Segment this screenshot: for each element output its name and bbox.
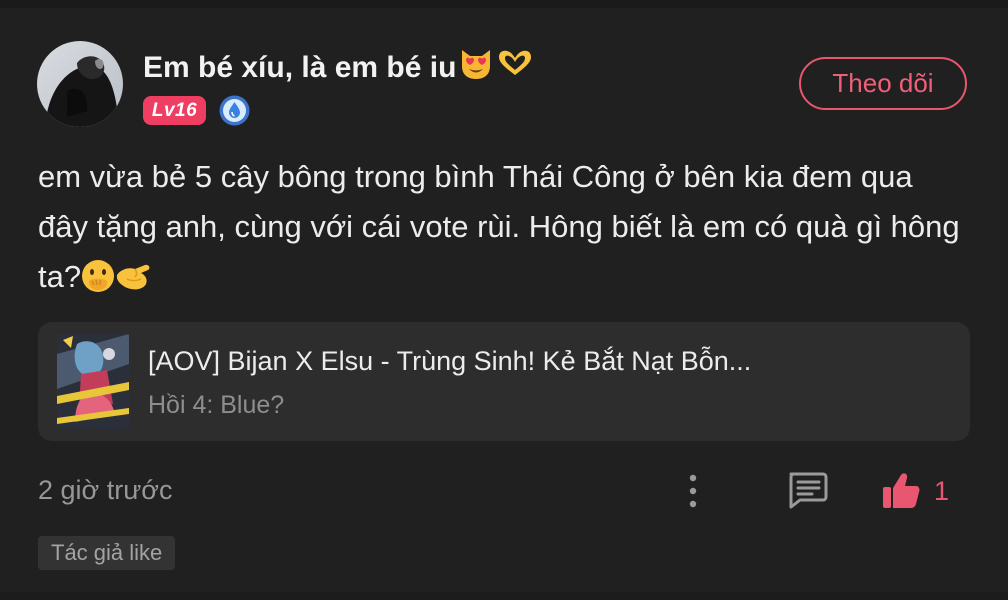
top-divider (0, 0, 1008, 8)
heart-hands-emoji (496, 48, 534, 87)
smiling-cat-heart-eyes-emoji (458, 46, 494, 89)
more-vertical-icon[interactable] (680, 472, 706, 510)
comment-text: em vừa bẻ 5 cây bông trong bình Thái Côn… (38, 152, 968, 308)
story-title: [AOV] Bijan X Elsu - Trùng Sinh! Kẻ Bắt … (148, 346, 752, 376)
story-card[interactable]: [AOV] Bijan X Elsu - Trùng Sinh! Kẻ Bắt … (38, 322, 970, 441)
water-drop-badge-icon (219, 95, 250, 126)
bottom-divider (0, 592, 1008, 600)
comment-reply-icon[interactable] (786, 470, 828, 510)
level-badge: Lv16 (143, 96, 206, 125)
comment-body: em vừa bẻ 5 cây bông trong bình Thái Côn… (38, 159, 960, 294)
pinching-hand-emoji (115, 258, 155, 308)
follow-button[interactable]: Theo dõi (799, 57, 967, 110)
story-chapter: Hồi 4: Blue? (148, 391, 285, 419)
username-text: Em bé xíu, là em bé iu (143, 50, 457, 84)
story-cover-image (57, 334, 129, 429)
author-liked-tag: Tác giả like (38, 536, 176, 570)
comment-timestamp: 2 giờ trước (38, 475, 173, 505)
thumbs-up-icon[interactable] (881, 471, 921, 511)
username[interactable]: Em bé xíu, là em bé iu (143, 46, 534, 89)
avatar[interactable] (37, 41, 123, 127)
like-count: 1 (934, 476, 950, 506)
face-with-hand-over-mouth-emoji (81, 258, 115, 308)
